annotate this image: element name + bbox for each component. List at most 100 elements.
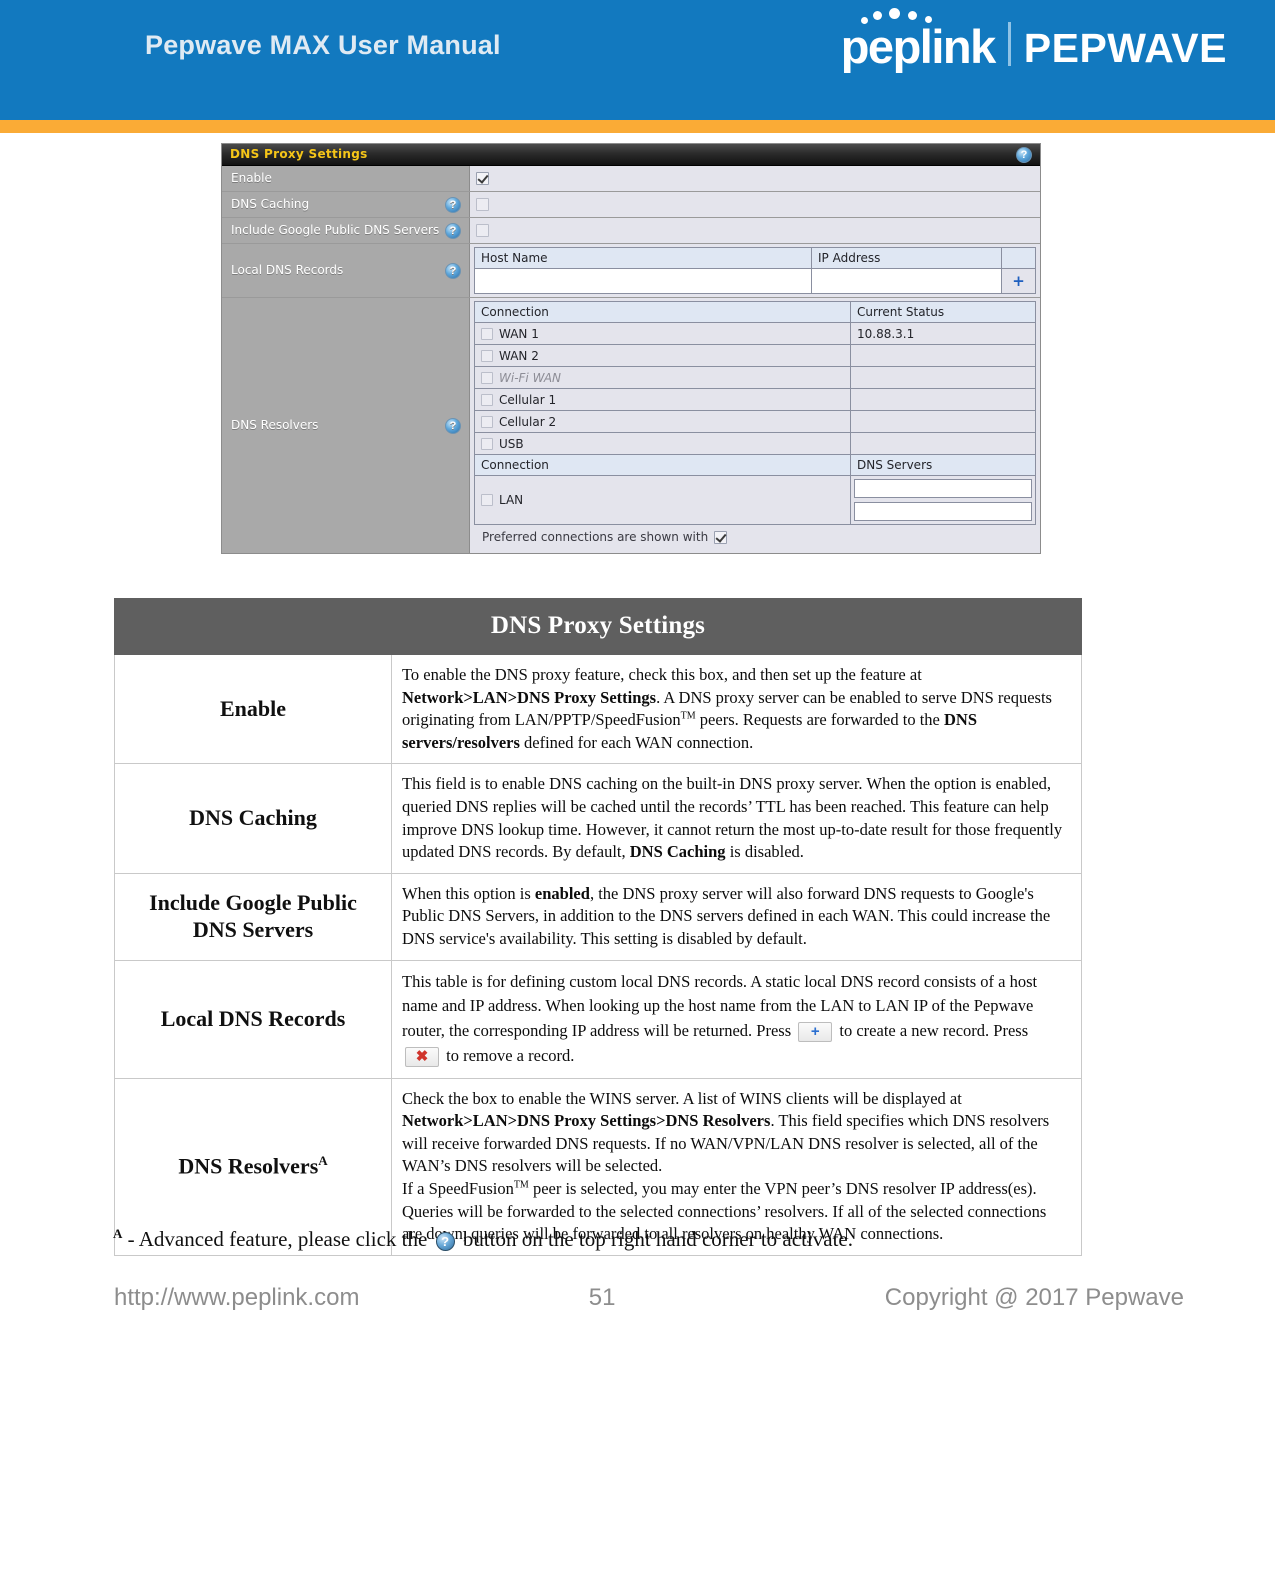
panel-label-include-google-dns: Include Google Public DNS Servers ? [222, 218, 470, 243]
plus-icon[interactable]: + [1001, 268, 1036, 294]
panel-label-dns-caching: DNS Caching ? [222, 192, 470, 217]
panel-row-include-google-dns: Include Google Public DNS Servers ? [222, 218, 1040, 244]
delete-button-icon[interactable]: ✖ [405, 1047, 439, 1067]
peplink-dots-icon [859, 8, 959, 26]
connection-name: LAN [499, 493, 524, 507]
panel-label-local-dns-records: Local DNS Records ? [222, 244, 470, 297]
table-row-dns-caching: DNS Caching This field is to enable DNS … [114, 763, 1082, 874]
table-row: USB [474, 432, 1036, 455]
table-row: Cellular 1 [474, 388, 1036, 411]
lan-checkbox[interactable] [481, 494, 493, 506]
panel-value-dns-caching [470, 192, 1040, 217]
host-name-input[interactable] [478, 272, 808, 290]
usb-checkbox[interactable] [481, 437, 493, 450]
status-cell-wifi-wan [850, 366, 1036, 389]
preferred-note-text: Preferred connections are shown with [482, 530, 709, 544]
dns-caching-checkbox[interactable] [476, 198, 489, 211]
dns-proxy-settings-screenshot: DNS Proxy Settings ? Enable DNS Caching … [221, 143, 1041, 554]
host-name-cell [474, 268, 812, 294]
connection-cell-cellular2: Cellular 2 [474, 410, 851, 433]
panel-label-enable: Enable [222, 166, 470, 191]
footer-copyright: Copyright @ 2017 Pepwave [884, 1284, 1184, 1311]
connection-cell-wifi-wan: Wi-Fi WAN [474, 366, 851, 389]
status-cell-wan2 [850, 344, 1036, 367]
brand-pepwave-text: PEPWAVE [1023, 24, 1227, 71]
preferred-connections-note: Preferred connections are shown with [474, 525, 1036, 550]
panel-row-local-dns-records: Local DNS Records ? Host Name IP Address [222, 244, 1040, 298]
desc-text: Check the box to enable the WINS server.… [402, 1088, 1050, 1244]
ip-address-cell [811, 268, 1002, 294]
wan1-checkbox[interactable] [481, 327, 493, 340]
panel-titlebar: DNS Proxy Settings ? [222, 144, 1040, 166]
footnote: A - Advanced feature, please click the ?… [113, 1226, 1113, 1252]
description-include-google-dns: When this option is enabled, the DNS pro… [391, 872, 1082, 961]
brand-peplink-text: peplink [840, 20, 997, 74]
enable-checkbox[interactable] [476, 172, 489, 185]
status-cell-wan1: 10.88.3.1 [850, 322, 1036, 345]
dns-server-2-input[interactable] [854, 502, 1032, 521]
brand-divider [1007, 22, 1011, 66]
desc-text: When this option is enabled, the DNS pro… [402, 883, 1051, 948]
term-enable: Enable [114, 653, 392, 765]
footer-page-number: 51 [588, 1284, 616, 1311]
cellular2-checkbox[interactable] [481, 415, 493, 428]
column-current-status: Current Status [850, 301, 1036, 323]
table-row: WAN 1 10.88.3.1 [474, 322, 1036, 345]
footnote-mark: A [113, 1226, 123, 1241]
panel-label-dns-resolvers: DNS Resolvers ? [222, 298, 470, 553]
desc-text: To enable the DNS proxy feature, check t… [402, 665, 1052, 752]
preferred-checkbox-sample [714, 530, 728, 544]
table-row: LAN [474, 475, 1036, 525]
table-caption: DNS Proxy Settings [114, 598, 1082, 655]
status-cell-cellular1 [850, 388, 1036, 411]
column-host-name: Host Name [474, 247, 812, 269]
page-header: Pepwave MAX User Manual peplink PEPWAVE [0, 0, 1275, 120]
wifi-wan-checkbox[interactable] [481, 371, 493, 384]
dns-proxy-settings-description-table: DNS Proxy Settings Enable To enable the … [114, 598, 1082, 1256]
question-mark-icon[interactable]: ? [445, 222, 461, 239]
dns-resolvers-table: Connection Current Status WAN 1 10.88.3.… [474, 301, 1036, 525]
wan2-checkbox[interactable] [481, 349, 493, 362]
description-local-dns-records: This table is for defining custom local … [391, 959, 1082, 1079]
include-google-dns-checkbox[interactable] [476, 224, 489, 237]
table-row-enable: Enable To enable the DNS proxy feature, … [114, 653, 1082, 765]
connection-name: Cellular 1 [499, 392, 557, 407]
status-cell-usb [850, 432, 1036, 455]
connection-cell-wan2: WAN 2 [474, 344, 851, 367]
help-button-icon[interactable]: ? [435, 1231, 455, 1251]
table-caption-row: DNS Proxy Settings [114, 598, 1082, 655]
page-footer: http://www.peplink.com 51 Copyright @ 20… [114, 1284, 1184, 1312]
table-row-local-dns-records: Local DNS Records This table is for defi… [114, 959, 1082, 1079]
table-row: Wi-Fi WAN [474, 366, 1036, 389]
dns-server-1-input[interactable] [854, 479, 1032, 498]
status-cell-cellular2 [850, 410, 1036, 433]
panel-value-local-dns-records: Host Name IP Address + [470, 244, 1040, 297]
table-header-row: Connection DNS Servers [474, 454, 1036, 476]
accent-bar [0, 120, 1275, 133]
table-row: WAN 2 [474, 344, 1036, 367]
connection-name: WAN 1 [499, 326, 539, 341]
panel-row-enable: Enable [222, 166, 1040, 192]
table-header-row: Host Name IP Address [474, 247, 1036, 269]
question-mark-icon[interactable]: ? [445, 262, 461, 279]
local-dns-records-table: Host Name IP Address + [474, 247, 1036, 294]
ip-address-input[interactable] [815, 272, 998, 290]
cellular1-checkbox[interactable] [481, 393, 493, 406]
question-mark-icon[interactable]: ? [1016, 147, 1032, 163]
desc-text: This table is for defining custom local … [402, 971, 1038, 1067]
table-row-include-google-dns: Include Google Public DNS Servers When t… [114, 872, 1082, 961]
plus-button-icon[interactable]: + [798, 1022, 833, 1043]
panel-value-enable [470, 166, 1040, 191]
footnote-text-before: - Advanced feature, please click the [122, 1227, 433, 1251]
description-dns-caching: This field is to enable DNS caching on t… [391, 763, 1082, 874]
dns-servers-cell [850, 475, 1036, 525]
description-enable: To enable the DNS proxy feature, check t… [391, 653, 1082, 765]
question-mark-icon[interactable]: ? [445, 417, 461, 434]
question-mark-icon[interactable]: ? [445, 196, 461, 213]
term-local-dns-records: Local DNS Records [114, 959, 392, 1079]
page-title: Pepwave MAX User Manual [145, 30, 501, 60]
desc-text: This field is to enable DNS caching on t… [402, 774, 1063, 862]
term-dns-caching: DNS Caching [114, 763, 392, 874]
table-header-row: Connection Current Status [474, 301, 1036, 323]
connection-cell-cellular1: Cellular 1 [474, 388, 851, 411]
